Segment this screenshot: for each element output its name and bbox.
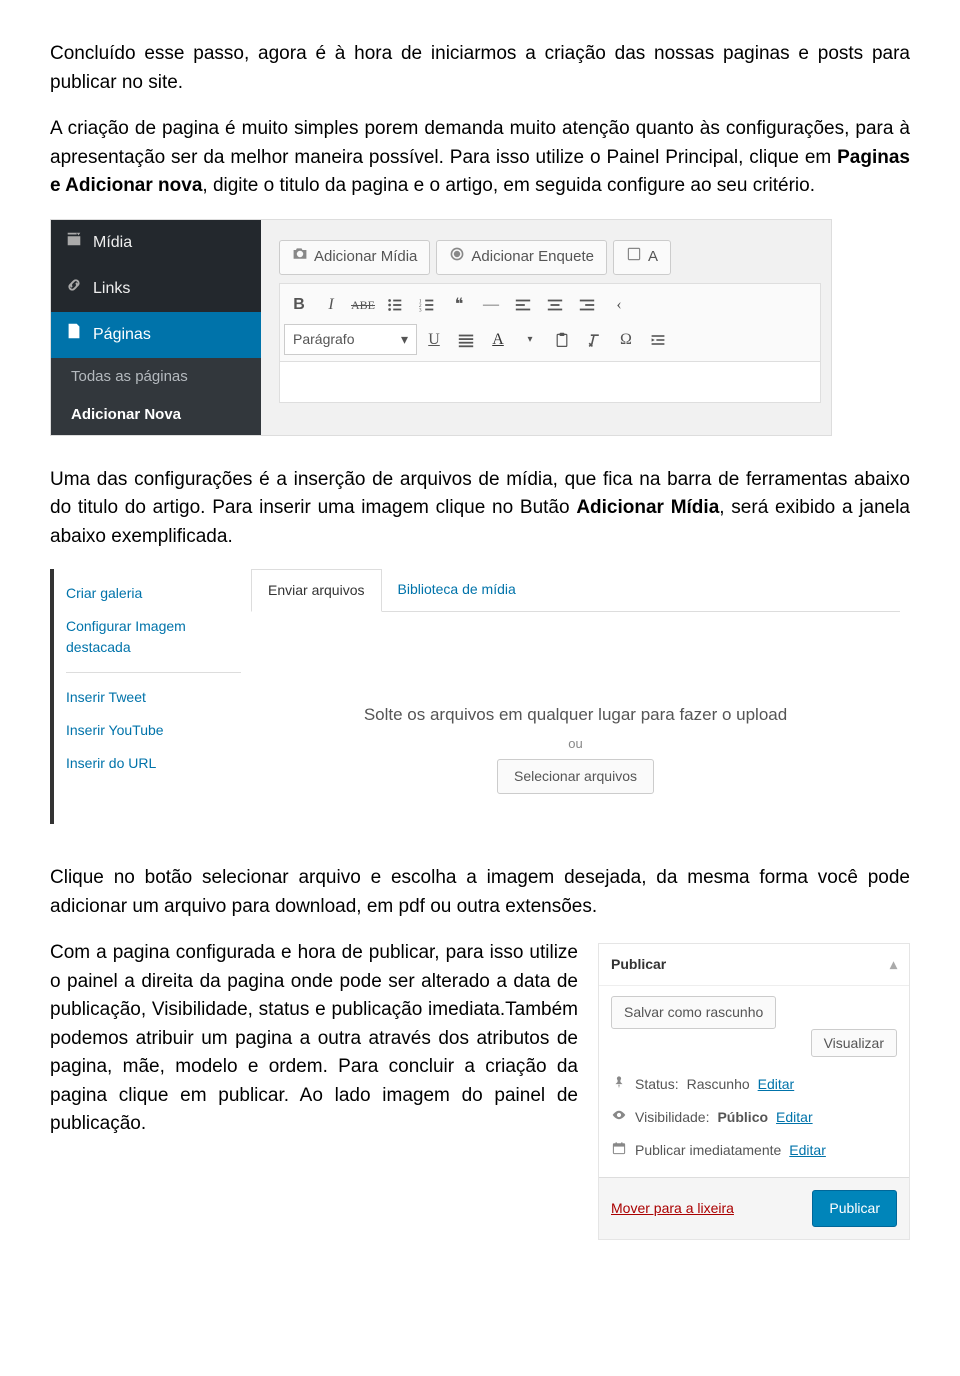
wp-admin-sidebar: Mídia Links Páginas Todas as páginas Adi… (51, 220, 261, 435)
chevron-down-icon: ▾ (401, 329, 408, 350)
media-sidebar: Criar galeria Configurar Imagem destacad… (50, 569, 241, 824)
btn-label: Adicionar Enquete (471, 246, 594, 269)
text-color-button[interactable]: A (483, 325, 513, 355)
sidebar-item-midia[interactable]: Mídia (51, 220, 261, 266)
add-poll-button[interactable]: Adicionar Enquete (436, 240, 607, 276)
tab-biblioteca[interactable]: Biblioteca de mídia (382, 569, 532, 611)
btn-label: A (648, 246, 658, 269)
media-dropzone[interactable]: Solte os arquivos em qualquer lugar para… (251, 612, 900, 824)
strike-button[interactable]: ABE (348, 290, 378, 320)
sidebar-label: Links (93, 277, 130, 301)
media-tabs: Enviar arquivos Biblioteca de mídia (251, 569, 900, 612)
media-link-url[interactable]: Inserir do URL (66, 747, 241, 780)
format-select[interactable]: Parágrafo ▾ (284, 324, 417, 355)
svg-text:3: 3 (419, 307, 422, 313)
quote-button[interactable]: ❝ (444, 290, 474, 320)
visibility-label: Visibilidade: (635, 1107, 709, 1128)
align-left-button[interactable] (508, 290, 538, 320)
doc-paragraph-3: Uma das configurações é a inserção de ar… (50, 466, 910, 552)
publish-title: Publicar (611, 954, 666, 975)
status-label: Status: (635, 1074, 679, 1095)
special-char-button[interactable]: Ω (611, 325, 641, 355)
publish-header[interactable]: Publicar ▴ (599, 944, 909, 986)
status-line: Status: Rascunho Editar (611, 1068, 897, 1101)
drop-or: ou (251, 734, 900, 754)
select-files-button[interactable]: Selecionar arquivos (497, 759, 654, 794)
sidebar-label: Páginas (93, 323, 151, 347)
camera-icon (292, 246, 308, 270)
link-icon (65, 276, 83, 302)
collapse-icon[interactable]: ▴ (890, 954, 897, 975)
doc-paragraph-5: Com a pagina configurada e hora de publi… (50, 939, 578, 1139)
pin-icon (611, 1074, 627, 1095)
media-link-criar-galeria[interactable]: Criar galeria (66, 577, 241, 610)
media-main-panel: Enviar arquivos Biblioteca de mídia Solt… (241, 569, 910, 824)
media-link-config-imagem[interactable]: Configurar Imagem destacada (66, 610, 241, 664)
drop-message: Solte os arquivos em qualquer lugar para… (251, 702, 900, 728)
schedule-text: Publicar imediatamente (635, 1140, 781, 1161)
indent-button[interactable] (643, 325, 673, 355)
status-value: Rascunho (687, 1074, 750, 1095)
hr-button[interactable]: — (476, 290, 506, 320)
poll-icon (449, 246, 465, 270)
pages-icon (65, 322, 83, 348)
bold-button[interactable]: B (284, 290, 314, 320)
editor-toolbar: B I ABE 123 ❝ — (279, 283, 821, 362)
visibility-value: Público (717, 1107, 768, 1128)
select-value: Parágrafo (293, 329, 354, 350)
move-to-trash-link[interactable]: Mover para a lixeira (611, 1198, 734, 1219)
clear-formatting-button[interactable] (579, 325, 609, 355)
align-justify-button[interactable] (451, 325, 481, 355)
tab-enviar-arquivos[interactable]: Enviar arquivos (251, 569, 382, 612)
form-icon (626, 246, 642, 270)
add-media-button[interactable]: Adicionar Mídia (279, 240, 430, 276)
underline-button[interactable]: U (419, 325, 449, 355)
numbered-list-button[interactable]: 123 (412, 290, 442, 320)
italic-button[interactable]: I (316, 290, 346, 320)
media-icon (65, 230, 83, 256)
p2-part-a: A criação de pagina é muito simples pore… (50, 118, 910, 168)
publish-button[interactable]: Publicar (812, 1190, 897, 1227)
wp-editor-panel: Adicionar Mídia Adicionar Enquete A B I … (261, 220, 831, 435)
schedule-edit-link[interactable]: Editar (789, 1140, 826, 1161)
sidebar-sub-adicionar[interactable]: Adicionar Nova (51, 396, 261, 435)
align-center-button[interactable] (540, 290, 570, 320)
sidebar-sub-todas[interactable]: Todas as páginas (51, 358, 261, 397)
sidebar-label: Mídia (93, 231, 132, 255)
paste-text-button[interactable] (547, 325, 577, 355)
doc-paragraph-2: A criação de pagina é muito simples pore… (50, 115, 910, 201)
sidebar-item-links[interactable]: Links (51, 266, 261, 312)
bullet-list-button[interactable] (380, 290, 410, 320)
screenshot-wp-editor: Mídia Links Páginas Todas as páginas Adi… (50, 219, 832, 436)
btn-label: Adicionar Mídia (314, 246, 417, 269)
visibility-line: Visibilidade: Público Editar (611, 1101, 897, 1134)
status-edit-link[interactable]: Editar (758, 1074, 795, 1095)
save-draft-button[interactable]: Salvar como rascunho (611, 996, 776, 1029)
p2-part-c: , digite o titulo da pagina e o artigo, … (202, 175, 815, 196)
preview-button[interactable]: Visualizar (811, 1029, 897, 1057)
divider (66, 672, 241, 673)
color-dropdown-icon[interactable]: ▾ (515, 325, 545, 355)
calendar-icon (611, 1140, 627, 1161)
doc-paragraph-4: Clique no botão selecionar arquivo e esc… (50, 864, 910, 921)
media-link-youtube[interactable]: Inserir YouTube (66, 714, 241, 747)
more-button[interactable]: ‹ (604, 290, 634, 320)
doc-paragraph-1: Concluído esse passo, agora é à hora de … (50, 40, 910, 97)
publish-metabox: Publicar ▴ Salvar como rascunho Visualiz… (598, 943, 910, 1240)
p3-bold: Adicionar Mídia (576, 497, 719, 518)
eye-icon (611, 1107, 627, 1128)
schedule-line: Publicar imediatamente Editar (611, 1134, 897, 1167)
media-link-tweet[interactable]: Inserir Tweet (66, 681, 241, 714)
align-right-button[interactable] (572, 290, 602, 320)
editor-canvas[interactable] (279, 362, 821, 403)
editor-insert-row: Adicionar Mídia Adicionar Enquete A (279, 240, 821, 276)
screenshot-media-uploader: Criar galeria Configurar Imagem destacad… (50, 569, 910, 824)
add-form-button[interactable]: A (613, 240, 671, 276)
visibility-edit-link[interactable]: Editar (776, 1107, 813, 1128)
sidebar-item-paginas[interactable]: Páginas (51, 312, 261, 358)
